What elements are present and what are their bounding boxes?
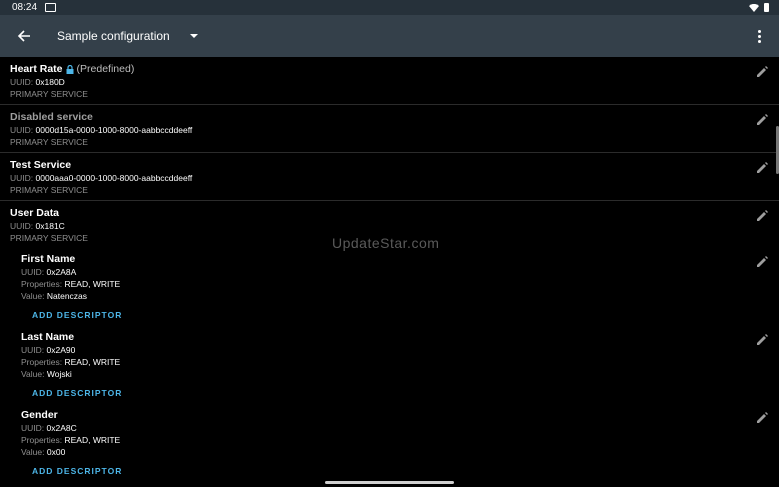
characteristic-uuid: 0x2A90 <box>46 345 76 355</box>
uuid-label: UUID: <box>21 345 45 355</box>
service-name: Heart Rate <box>10 63 63 75</box>
service-item-heart-rate[interactable]: Heart Rate (Predefined) UUID: 0x180D PRI… <box>0 57 779 105</box>
characteristic-properties: READ, WRITE <box>64 357 121 367</box>
edit-pencil-icon[interactable] <box>755 255 769 269</box>
watermark: UpdateStar.com <box>332 235 440 251</box>
properties-label: Properties: <box>21 357 63 367</box>
value-label: Value: <box>21 291 45 301</box>
predefined-label: (Predefined) <box>76 63 135 75</box>
add-descriptor-button[interactable]: ADD DESCRIPTOR <box>21 458 769 479</box>
characteristic-name: First Name <box>21 253 76 265</box>
gesture-handle[interactable] <box>325 481 454 484</box>
service-list[interactable]: Heart Rate (Predefined) UUID: 0x180D PRI… <box>0 57 779 479</box>
characteristic-properties: READ, WRITE <box>64 435 121 445</box>
service-name: Test Service <box>10 159 72 171</box>
service-type: PRIMARY SERVICE <box>10 137 88 147</box>
service-uuid: 0000aaa0-0000-1000-8000-aabbccddeeff <box>35 173 193 183</box>
back-button[interactable] <box>8 20 40 52</box>
characteristic-uuid: 0x2A8C <box>46 423 77 433</box>
edit-pencil-icon[interactable] <box>755 333 769 347</box>
add-descriptor-button[interactable]: ADD DESCRIPTOR <box>21 380 769 404</box>
edit-pencil-icon[interactable] <box>755 161 769 175</box>
characteristic-item-last-name[interactable]: Last Name UUID: 0x2A90 Properties: READ,… <box>0 326 779 404</box>
edit-pencil-icon[interactable] <box>755 411 769 425</box>
service-type: PRIMARY SERVICE <box>10 89 88 99</box>
uuid-label: UUID: <box>10 125 34 135</box>
uuid-label: UUID: <box>10 173 34 183</box>
back-arrow-icon <box>17 30 30 42</box>
properties-label: Properties: <box>21 279 63 289</box>
characteristic-item-gender[interactable]: Gender UUID: 0x2A8C Properties: READ, WR… <box>0 404 779 479</box>
navigation-bar <box>0 479 779 487</box>
service-uuid: 0x181C <box>35 221 65 231</box>
page-title: Sample configuration <box>57 29 170 43</box>
service-item-disabled[interactable]: Disabled service UUID: 0000d15a-0000-100… <box>0 105 779 153</box>
app-bar: Sample configuration <box>0 15 779 57</box>
uuid-label: UUID: <box>10 77 34 87</box>
characteristic-uuid: 0x2A8A <box>46 267 77 277</box>
edit-pencil-icon[interactable] <box>755 65 769 79</box>
configuration-selector[interactable]: Sample configuration <box>57 15 198 57</box>
properties-label: Properties: <box>21 435 63 445</box>
characteristic-item-first-name[interactable]: First Name UUID: 0x2A8A Properties: READ… <box>0 248 779 326</box>
battery-icon <box>764 3 769 12</box>
characteristic-value: 0x00 <box>46 447 66 457</box>
edit-pencil-icon[interactable] <box>755 209 769 223</box>
characteristic-name: Gender <box>21 409 58 421</box>
lock-icon <box>66 65 74 74</box>
uuid-label: UUID: <box>10 221 34 231</box>
service-item-test[interactable]: Test Service UUID: 0000aaa0-0000-1000-80… <box>0 153 779 201</box>
wifi-icon <box>749 3 759 12</box>
service-uuid: 0x180D <box>35 77 65 87</box>
value-label: Value: <box>21 447 45 457</box>
service-name: User Data <box>10 207 60 219</box>
service-name: Disabled service <box>10 111 93 123</box>
image-notification-icon <box>45 3 57 12</box>
characteristic-value: Wojski <box>46 369 72 379</box>
service-uuid: 0000d15a-0000-1000-8000-aabbccddeeff <box>35 125 193 135</box>
more-options-button[interactable] <box>749 25 769 47</box>
status-time: 08:24 <box>12 2 38 13</box>
add-descriptor-button[interactable]: ADD DESCRIPTOR <box>21 302 769 326</box>
characteristic-properties: READ, WRITE <box>64 279 121 289</box>
service-type: PRIMARY SERVICE <box>10 185 88 195</box>
uuid-label: UUID: <box>21 267 45 277</box>
characteristic-name: Last Name <box>21 331 75 343</box>
value-label: Value: <box>21 369 45 379</box>
edit-pencil-icon[interactable] <box>755 113 769 127</box>
uuid-label: UUID: <box>21 423 45 433</box>
dropdown-caret-icon <box>189 34 198 38</box>
status-bar: 08:24 <box>0 0 779 15</box>
more-vert-icon <box>757 29 761 33</box>
characteristic-value: Natenczas <box>46 291 88 301</box>
